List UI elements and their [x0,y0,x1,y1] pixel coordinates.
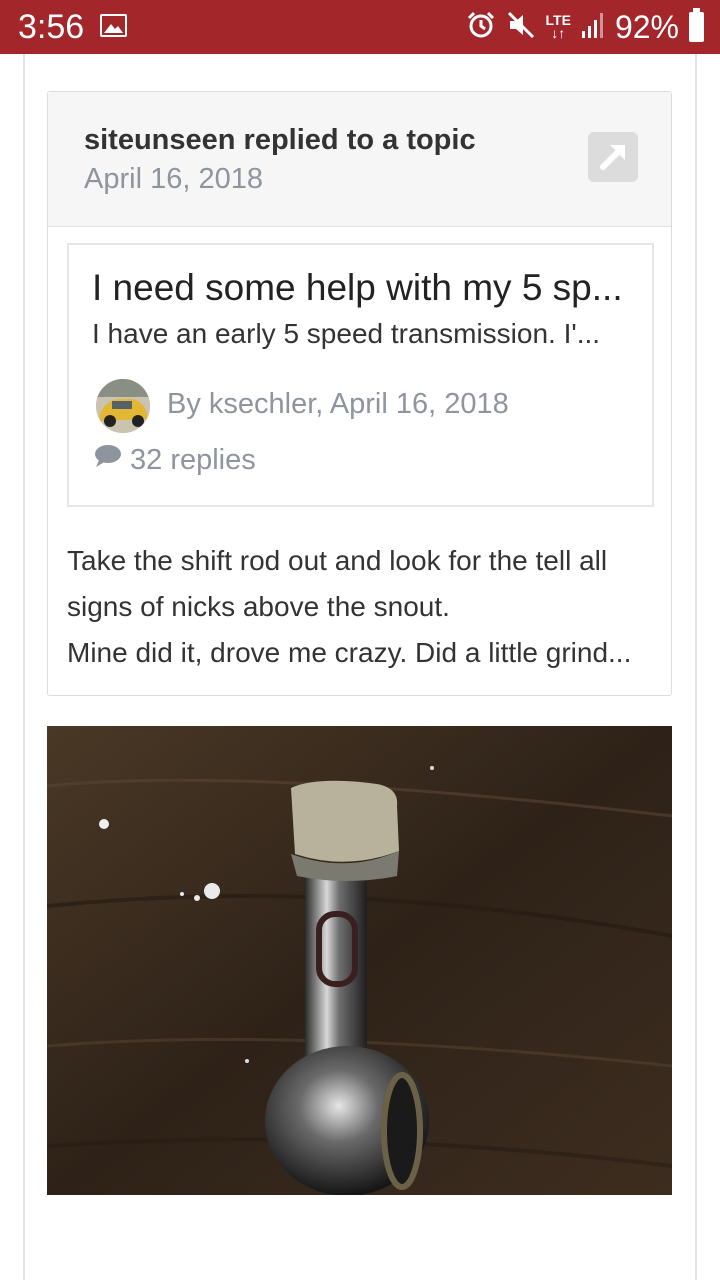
network-type: LTE ↓↑ [545,12,571,41]
post-content: Take the shift rod out and look for the … [67,538,657,676]
activity-date: April 16, 2018 [84,163,263,195]
post-line: Mine did it, drove me crazy. Did a littl… [67,637,632,668]
alarm-icon [466,10,496,45]
activity-card: siteunseen replied to a topic April 16, … [47,91,672,696]
replies-count: 32 replies [130,443,256,476]
topic-snippet: I have an early 5 speed transmission. I'… [92,318,601,349]
topic-byline[interactable]: By ksechler, April 16, 2018 [167,388,509,421]
activity-title[interactable]: siteunseen replied to a topic [84,124,476,157]
quoted-topic[interactable]: I need some help with my 5 sp... I have … [67,243,654,507]
topic-replies: 32 replies [92,443,256,477]
status-time: 3:56 [18,8,85,46]
comment-icon [92,443,122,477]
image-icon [100,14,127,37]
battery-icon [689,8,704,42]
activity-header: siteunseen replied to a topic April 16, … [48,92,671,227]
avatar[interactable] [96,379,150,433]
topic-title[interactable]: I need some help with my 5 sp... [92,267,623,309]
status-icons: LTE ↓↑ 92% [466,8,704,46]
post-photo[interactable] [47,726,672,1195]
status-bar: 3:56 LTE ↓↑ 92% [0,0,720,54]
external-link-icon[interactable] [588,132,638,182]
mute-icon [506,10,536,45]
post-line: Take the shift rod out and look for the … [67,545,608,576]
post-line: signs of nicks above the snout. [67,591,450,622]
signal-icon [581,11,605,44]
battery-level: 92% [614,9,679,45]
